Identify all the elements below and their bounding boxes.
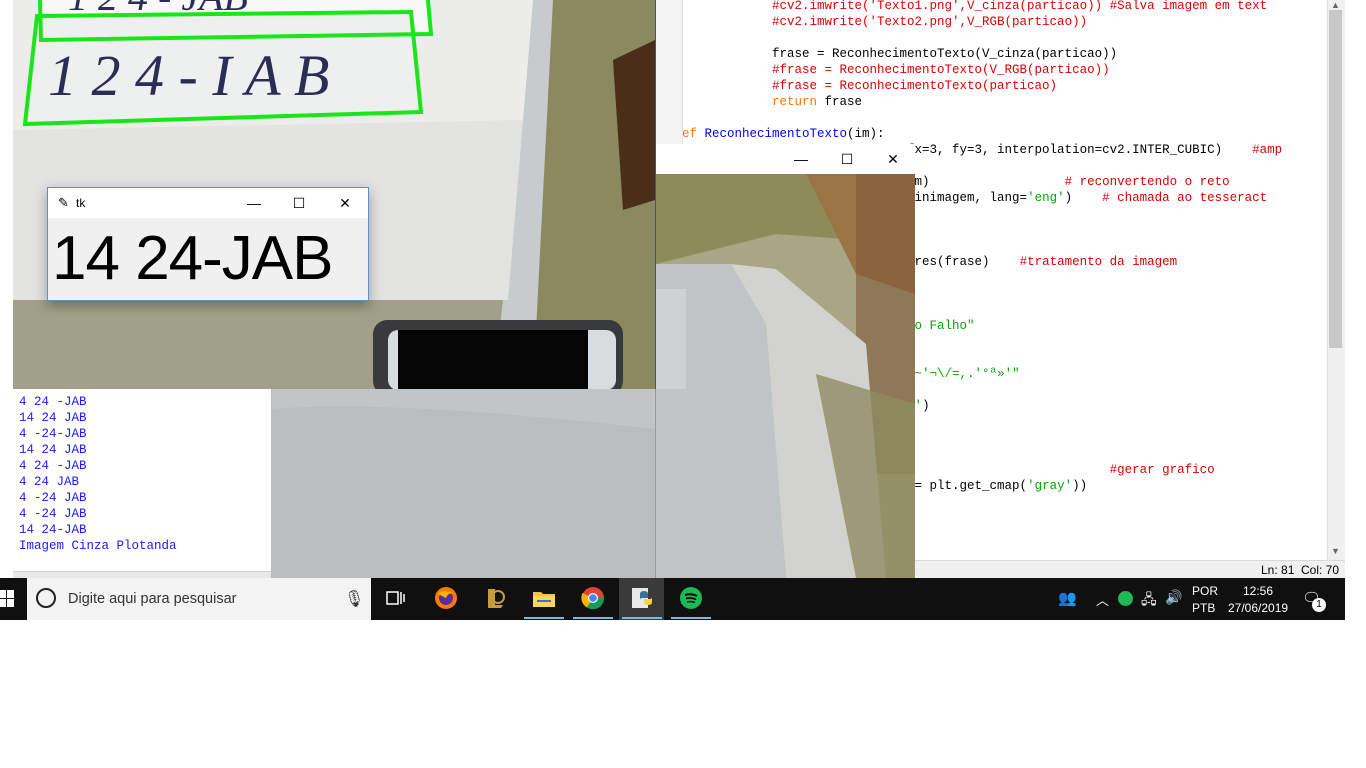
tk-titlebar[interactable]: ✎ tk — ☐ ✕ — [48, 188, 368, 218]
notification-badge: 1 — [1312, 598, 1326, 612]
clock-date[interactable]: 27/06/2019 — [1228, 601, 1288, 615]
spotify-tray-icon[interactable] — [1118, 591, 1133, 606]
shell-output-line: 4 24 -JAB — [19, 395, 87, 409]
spotify-icon[interactable] — [679, 586, 703, 610]
editor-scrollbar-thumb[interactable] — [1329, 10, 1342, 348]
code-token: # chamada ao tesseract — [1102, 191, 1268, 205]
line-number: Ln: 81 — [1261, 563, 1295, 577]
code-token: )) — [1072, 479, 1088, 493]
code-token: # reconvertendo o reto — [1064, 175, 1230, 189]
code-token: #cv2.imwrite('Texto2.png',V_RGB(particao… — [772, 15, 1088, 29]
shell-output-line: 14 24-JAB — [19, 523, 87, 537]
code-token: 'gray' — [1027, 479, 1073, 493]
code-token: #cv2.imwrite('Texto1.png',V_cinza(partic… — [772, 0, 1268, 13]
maximize-icon[interactable]: ☐ — [276, 188, 322, 218]
code-token: #gerar grafico — [1109, 463, 1215, 477]
chrome-active-indicator — [573, 617, 613, 619]
tk-window-title: tk — [76, 196, 86, 210]
code-token: frase — [817, 95, 863, 109]
spotify-active-indicator — [671, 617, 711, 619]
language-indicator-top[interactable]: POR — [1192, 584, 1218, 598]
file-explorer-icon[interactable] — [532, 586, 556, 610]
code-token: ) — [1064, 191, 1103, 205]
code-line[interactable]: return frase — [682, 94, 862, 110]
microphone-icon[interactable]: 🎙 — [344, 589, 364, 609]
camera-frame-background — [271, 389, 655, 578]
shell-output-line: Imagem Cinza Plotanda — [19, 539, 177, 553]
shell-output-line: 4 24 JAB — [19, 475, 80, 489]
clock-time[interactable]: 12:56 — [1243, 584, 1273, 598]
code-line[interactable]: #frase = ReconhecimentoTexto(V_RGB(parti… — [682, 62, 1110, 78]
code-token: frase = ReconhecimentoTexto(V_cinza(part… — [682, 47, 1118, 61]
close-icon[interactable]: ✕ — [870, 144, 915, 174]
code-line[interactable]: #cv2.imwrite('Texto1.png',V_cinza(partic… — [682, 0, 1267, 14]
python-active-indicator — [622, 617, 662, 619]
language-indicator-bottom[interactable]: PTB — [1192, 601, 1215, 615]
firefox-icon[interactable] — [434, 586, 458, 610]
close-icon[interactable]: ✕ — [322, 188, 368, 218]
camera-window-2[interactable]: — ☐ ✕ — [655, 144, 915, 578]
scroll-down-arrow-icon[interactable]: ▼ — [1331, 546, 1340, 556]
file-explorer-active-indicator — [524, 617, 564, 619]
scroll-up-arrow-icon[interactable]: ▲ — [1331, 0, 1340, 10]
feather-icon: ✎ — [58, 195, 69, 210]
league-of-legends-icon[interactable] — [483, 586, 507, 610]
code-token: #amp — [1252, 143, 1283, 157]
shell-output-line: 4 24 -JAB — [19, 459, 87, 473]
code-line[interactable]: #frase = ReconhecimentoTexto(particao) — [682, 78, 1057, 94]
python-shell-output[interactable]: 4 24 -JAB 14 24 JAB 4 -24-JAB 14 24 JAB 4 24… — [13, 389, 272, 578]
task-view-icon[interactable] — [384, 586, 408, 610]
svg-text:1 2 4 - JAB: 1 2 4 - JAB — [68, 0, 248, 19]
windows-start-icon[interactable] — [0, 590, 14, 613]
minimize-icon[interactable]: — — [231, 188, 277, 218]
code-token: ef — [682, 127, 705, 141]
code-token: #tratamento da imagem — [1019, 255, 1178, 269]
shell-output-line: 4 -24 JAB — [19, 507, 87, 521]
shell-output-line: 14 24 JAB — [19, 443, 87, 457]
code-token: 'eng' — [1027, 191, 1065, 205]
minimize-icon[interactable]: — — [778, 144, 824, 174]
code-line[interactable]: #cv2.imwrite('Texto2.png',V_RGB(particao… — [682, 14, 1087, 30]
camera-window-2-titlebar[interactable]: — ☐ ✕ — [656, 144, 915, 174]
svg-text:1 2 4 - I A B: 1 2 4 - I A B — [48, 43, 329, 108]
cortana-circle-icon[interactable] — [36, 588, 56, 608]
recognized-plate-text: 14 24-JAB — [52, 224, 334, 293]
column-number: Col: 70 — [1301, 563, 1340, 577]
search-placeholder[interactable]: Digite aqui para pesquisar — [68, 591, 236, 607]
chrome-icon[interactable] — [581, 586, 605, 610]
python-idle-icon[interactable] — [630, 586, 654, 610]
shell-output-line: 14 24 JAB — [19, 411, 87, 425]
code-token: return — [772, 95, 818, 109]
code-line[interactable]: frase = ReconhecimentoTexto(V_cinza(part… — [682, 46, 1117, 62]
network-icon[interactable]: 🖧 — [1141, 589, 1157, 613]
volume-icon[interactable]: 🔊 — [1165, 589, 1182, 606]
chevron-up-icon[interactable]: ︿ — [1096, 590, 1109, 609]
code-token: ReconhecimentoTexto — [704, 127, 848, 141]
tk-result-window[interactable]: ✎ tk — ☐ ✕ 14 24-JAB — [47, 187, 369, 301]
people-icon[interactable]: 👥 — [1058, 589, 1077, 607]
maximize-icon[interactable]: ☐ — [824, 144, 870, 174]
code-token: #frase = ReconhecimentoTexto(particao) — [772, 79, 1058, 93]
shell-output-line: 4 -24 JAB — [19, 491, 87, 505]
code-token: (im): — [847, 127, 885, 141]
code-line[interactable]: ef ReconhecimentoTexto(im): — [682, 126, 885, 142]
code-token: #frase = ReconhecimentoTexto(V_RGB(parti… — [772, 63, 1110, 77]
shell-output-line: 4 -24-JAB — [19, 427, 87, 441]
code-token: ) — [922, 399, 930, 413]
